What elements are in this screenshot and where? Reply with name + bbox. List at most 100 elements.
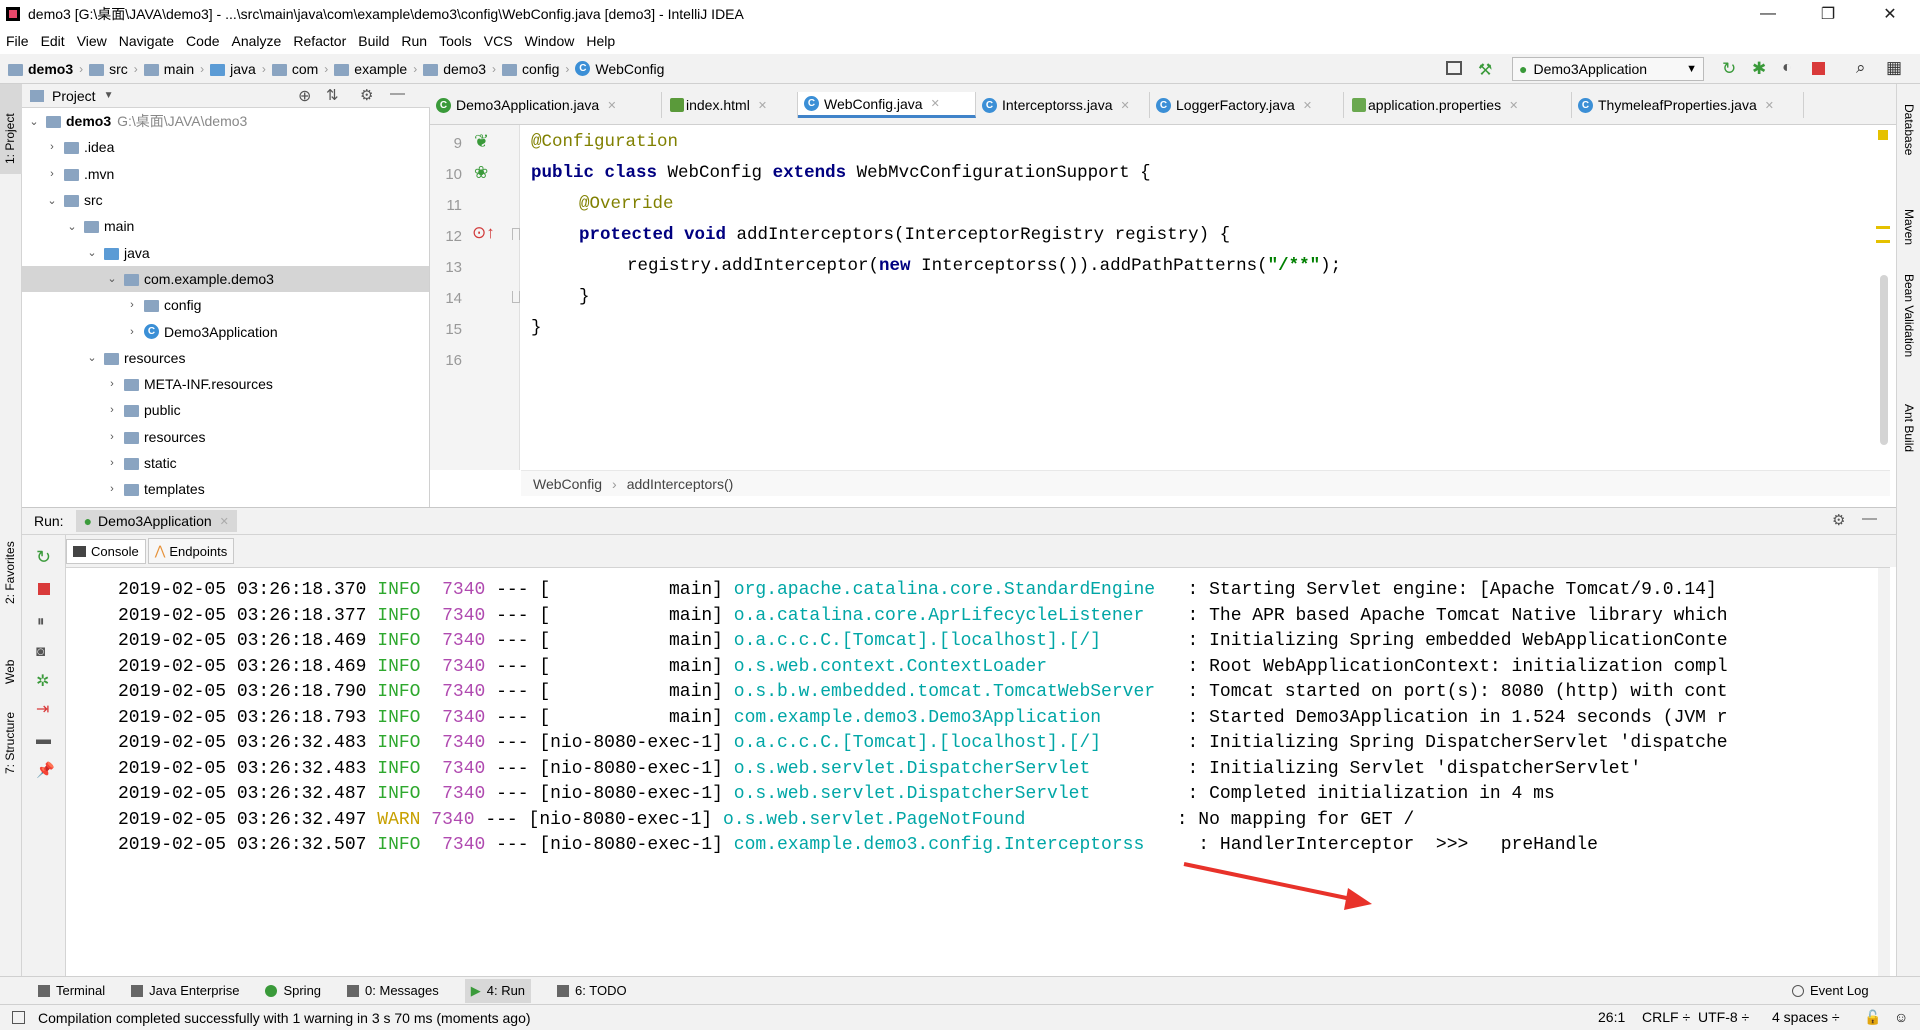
chevron-right-icon[interactable]: › [106,431,118,443]
editor-scrollbar[interactable] [1880,275,1888,445]
tab-demo3application[interactable]: C Demo3Application.java ✕ [430,92,662,118]
tree-item-config[interactable]: › config [22,292,429,318]
indent-setting[interactable]: 4 spaces ÷ [1772,1009,1840,1025]
tool-todo[interactable]: 6: TODO [557,983,627,998]
tab-webconfig[interactable]: C WebConfig.java ✕ [798,92,976,118]
lock-icon[interactable]: 🔓 [1864,1009,1881,1026]
menu-build[interactable]: Build [358,33,389,49]
chevron-right-icon[interactable]: › [46,141,58,153]
chevron-down-icon[interactable]: ⌄ [28,115,40,128]
tool-bean-validation[interactable]: Bean Validation [1902,274,1916,357]
tool-run[interactable]: ▶ 4: Run [464,978,532,1003]
close-tab-icon[interactable]: ✕ [1121,99,1130,112]
menu-run[interactable]: Run [401,33,427,49]
tool-favorites[interactable]: 2: Favorites [3,541,17,604]
menu-analyze[interactable]: Analyze [232,33,282,49]
menu-tools[interactable]: Tools [439,33,472,49]
tree-item-mvn[interactable]: › .mvn [22,161,429,187]
rerun-icon[interactable]: ↻ [36,547,51,568]
fold-icon[interactable] [512,291,520,303]
run-tab[interactable]: ● Demo3Application ✕ [75,510,237,532]
menu-window[interactable]: Window [525,33,575,49]
tree-item-idea[interactable]: › .idea [22,134,429,160]
exit-icon[interactable]: ⇥ [36,699,49,719]
tree-item-src[interactable]: ⌄ src [22,187,429,213]
maximize-button[interactable]: ❐ [1800,0,1856,28]
tree-item-meta-inf[interactable]: › META-INF.resources [22,371,429,397]
tool-java-enterprise[interactable]: Java Enterprise [131,983,239,998]
search-icon[interactable]: ⌕ [1856,58,1866,78]
menu-edit[interactable]: Edit [41,33,65,49]
coverage-icon[interactable]: ◐ [1782,59,1792,77]
event-log-button[interactable]: Event Log [1792,983,1869,998]
close-tab-icon[interactable]: ✕ [607,99,616,112]
close-tab-icon[interactable]: ✕ [1765,99,1774,112]
crumb-com[interactable]: com › [271,61,328,77]
tab-index-html[interactable]: index.html ✕ [662,92,798,118]
tool-messages[interactable]: 0: Messages [347,983,439,998]
crumb-src[interactable]: src › [89,61,138,77]
tool-maven[interactable]: Maven [1902,209,1916,245]
collapse-icon[interactable]: ⇅ [326,86,339,104]
tab-thymeleafproperties[interactable]: C ThymeleafProperties.java ✕ [1572,92,1804,118]
tree-item-package[interactable]: ⌄ com.example.demo3 [22,265,429,293]
crumb-demo3[interactable]: demo3 › [8,61,83,77]
gear-icon[interactable]: ⚙ [1832,511,1845,529]
crumb-main[interactable]: main › [143,61,204,77]
restore-layout-icon[interactable]: ✲ [36,671,49,691]
chevron-right-icon[interactable]: › [126,299,138,311]
pause-icon[interactable]: ⏸ [37,613,45,630]
status-toggle-icon[interactable] [12,1011,25,1024]
run-config-select[interactable]: ● Demo3Application ▼ [1512,57,1704,81]
hide-icon[interactable]: — [1862,510,1877,527]
fold-icon[interactable] [512,228,520,240]
crumb-class[interactable]: WebConfig [533,476,602,492]
tree-item-main[interactable]: ⌄ main [22,213,429,239]
file-encoding[interactable]: UTF-8 ÷ [1698,1009,1749,1025]
tool-database[interactable]: Database [1902,104,1916,155]
crumb-example[interactable]: example › [334,61,417,77]
project-structure-icon[interactable] [1446,61,1462,75]
chevron-down-icon[interactable]: ⌄ [86,246,98,259]
close-tab-icon[interactable]: ✕ [1303,99,1312,112]
inspection-indicator[interactable] [1878,130,1888,140]
crumb-java[interactable]: java › [210,61,266,77]
project-view-selector[interactable]: Project [52,88,96,104]
chevron-down-icon[interactable]: ⌄ [106,272,118,285]
console-scrollbar[interactable] [1878,568,1890,976]
tab-loggerfactory[interactable]: C LoggerFactory.java ✕ [1150,92,1344,118]
stop-icon[interactable] [1812,62,1825,75]
close-tab-icon[interactable]: ✕ [1509,99,1518,112]
tree-item-static[interactable]: › static [22,450,429,476]
stop-icon[interactable] [38,583,50,595]
tree-item-demo3application[interactable]: › C Demo3Application [22,318,429,344]
tree-item-demo3[interactable]: ⌄ demo3 G:\桌面\JAVA\demo3 [22,108,429,134]
tree-item-resources[interactable]: ⌄ resources [22,345,429,371]
minimize-button[interactable]: — [1740,0,1796,28]
tab-application-properties[interactable]: application.properties ✕ [1344,92,1572,118]
tool-ant-build[interactable]: Ant Build [1902,404,1916,452]
close-button[interactable]: ✕ [1862,0,1918,28]
chevron-down-icon[interactable]: ⌄ [86,351,98,364]
chevron-right-icon[interactable]: › [106,483,118,495]
crumb-config[interactable]: config › [502,61,569,77]
tab-interceptorss[interactable]: C Interceptorss.java ✕ [976,92,1150,118]
caret-position[interactable]: 26:1 [1598,1009,1625,1025]
inspector-icon[interactable]: ☺ [1894,1009,1908,1025]
endpoints-tab[interactable]: ⋀ Endpoints [147,538,235,564]
camera-icon[interactable]: ◙ [36,643,45,660]
spring-config-icon[interactable]: ❀ [474,163,488,183]
chevron-right-icon[interactable]: › [106,404,118,416]
menu-file[interactable]: File [6,33,29,49]
warning-marker[interactable] [1876,240,1890,243]
hide-icon[interactable]: — [390,85,405,102]
tool-structure[interactable]: 7: Structure [3,712,17,774]
layout-icon[interactable]: ▬ [36,731,51,748]
tree-item-templates[interactable]: › templates [22,476,429,502]
chevron-right-icon[interactable]: › [106,378,118,390]
chevron-right-icon[interactable]: › [46,168,58,180]
pin-icon[interactable]: 📌 [36,761,55,779]
tool-project[interactable]: 1: Project [3,113,17,164]
close-tab-icon[interactable]: ✕ [758,99,767,112]
tree-item-java[interactable]: ⌄ java [22,239,429,265]
